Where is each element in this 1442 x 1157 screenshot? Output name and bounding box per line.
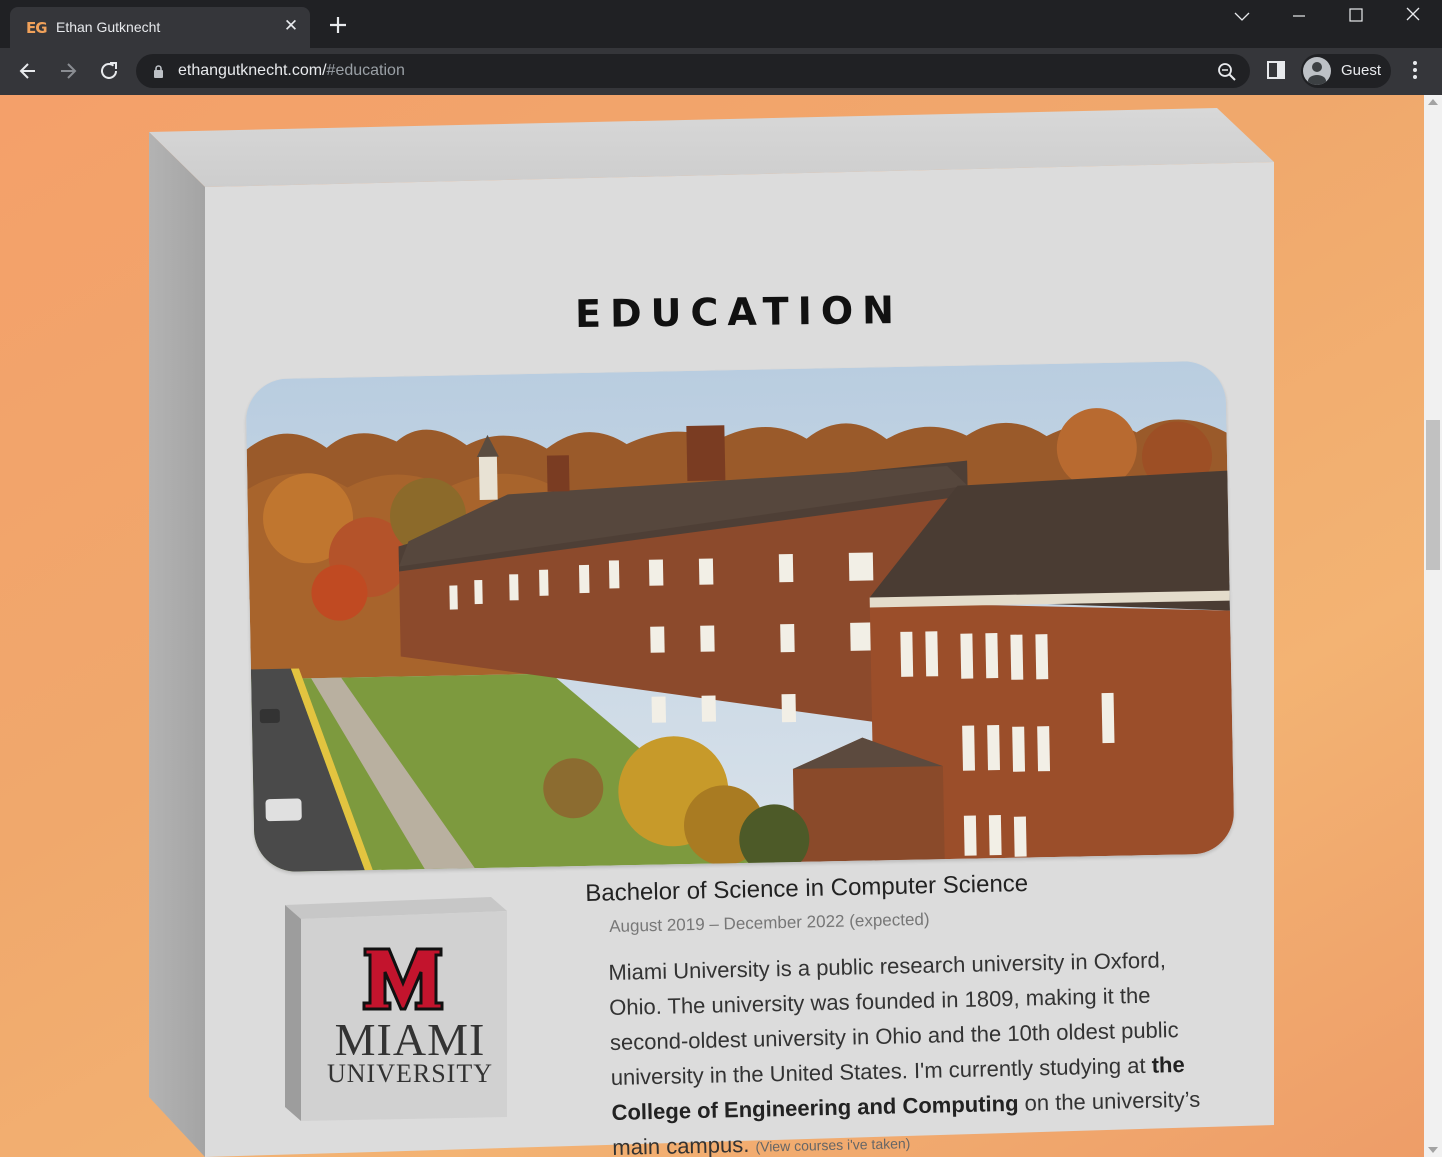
side-panel-icon[interactable]: [1266, 60, 1286, 80]
section-heading: EDUCATION: [574, 287, 904, 337]
degree-dates: August 2019 – December 2022 (expected): [609, 909, 930, 936]
profile-button[interactable]: Guest: [1301, 54, 1391, 88]
url-text[interactable]: ethangutknecht.com/#education: [178, 62, 405, 80]
tab-title: Ethan Gutknecht: [56, 19, 161, 35]
guest-avatar-icon: [1303, 57, 1331, 85]
tab-search-chevron-down-icon[interactable]: [1227, 4, 1257, 28]
degree-title: Bachelor of Science in Computer Science: [585, 869, 1029, 907]
browser-tab[interactable]: EG Ethan Gutknecht ✕: [10, 7, 310, 48]
close-window-icon[interactable]: [1398, 4, 1428, 28]
minimize-icon[interactable]: [1284, 4, 1314, 28]
browser-toolbar: ethangutknecht.com/#education Guest: [0, 48, 1442, 95]
education-card: EDUCATION MIAMI UNIVERSITY Bachelor of S…: [205, 165, 1273, 1157]
page-viewport: EDUCATION MIAMI UNIVERSITY Bachelor of S…: [0, 95, 1424, 1157]
university-description: Miami University is a public research un…: [608, 942, 1205, 1157]
view-courses-link[interactable]: (View courses i've taken): [755, 1135, 910, 1155]
site-favicon-icon: EG: [26, 19, 48, 37]
new-tab-icon[interactable]: [327, 14, 349, 36]
back-arrow-icon[interactable]: [16, 59, 40, 83]
page-scrollbar[interactable]: [1424, 95, 1442, 1157]
logo-line-university: UNIVERSITY: [327, 1059, 493, 1088]
description-text-1: Miami University is a public research un…: [608, 947, 1179, 1090]
more-menu-icon[interactable]: [1405, 60, 1425, 80]
close-tab-icon[interactable]: ✕: [282, 17, 300, 35]
maximize-icon[interactable]: [1341, 4, 1371, 28]
address-bar[interactable]: ethangutknecht.com/#education: [136, 54, 1250, 88]
campus-photo: [245, 360, 1235, 873]
lock-icon[interactable]: [153, 65, 164, 78]
profile-label: Guest: [1341, 62, 1382, 79]
url-domain: ethangutknecht.com/: [178, 62, 327, 79]
url-hash: #education: [326, 62, 405, 79]
zoom-icon[interactable]: [1217, 62, 1237, 82]
miami-university-logo-block: MIAMI UNIVERSITY: [285, 897, 509, 1125]
reload-icon[interactable]: [97, 59, 121, 83]
forward-arrow-icon[interactable]: [56, 59, 80, 83]
tab-strip: EG Ethan Gutknecht ✕: [0, 0, 1442, 48]
scrollbar-thumb[interactable]: [1426, 420, 1440, 570]
scroll-down-arrow-icon[interactable]: [1428, 1147, 1438, 1153]
scroll-up-arrow-icon[interactable]: [1428, 99, 1438, 105]
